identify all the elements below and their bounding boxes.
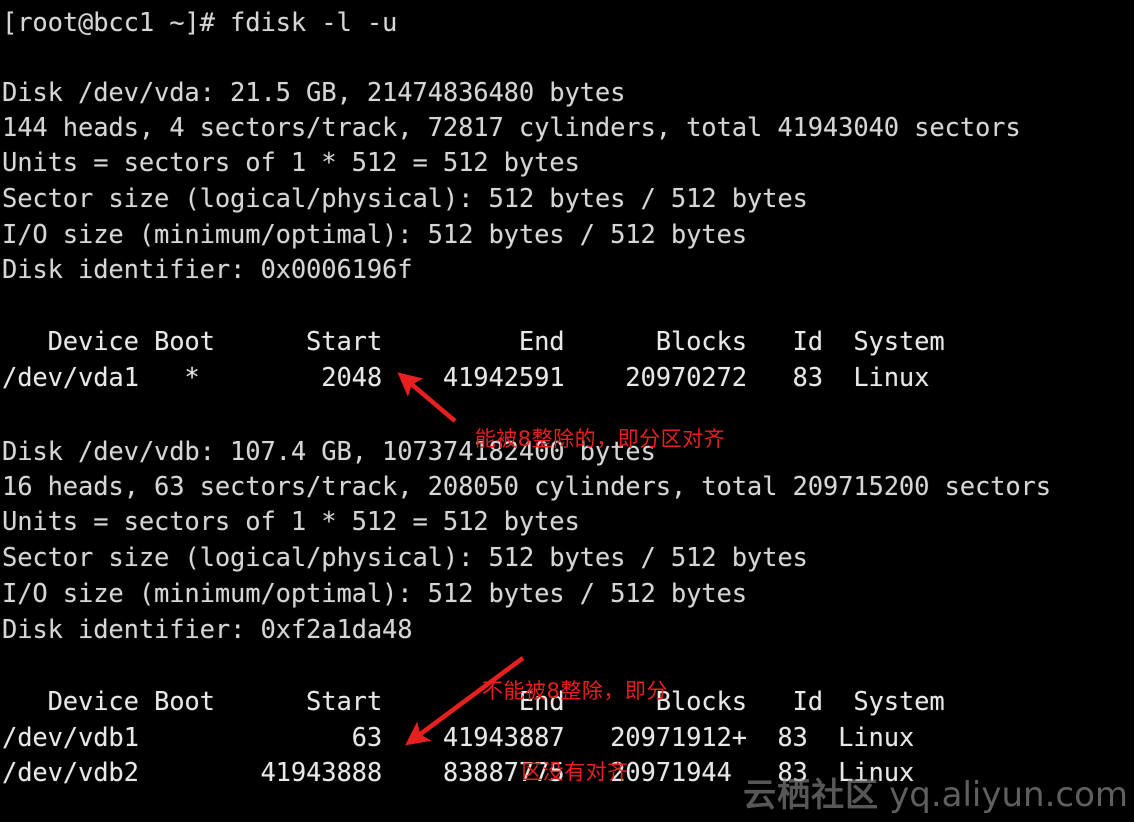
terminal-line: Sector size (logical/physical): 512 byte… (2, 181, 808, 217)
terminal-line: Units = sectors of 1 * 512 = 512 bytes (2, 145, 580, 181)
annotation-partition-aligned: 能被8整除的，即分区对齐 (446, 399, 725, 480)
annotation-partition-misaligned: 不能被8整除，即分 区没有对齐 (482, 624, 668, 822)
terminal-window: [root@bcc1 ~]# fdisk -l -u Disk /dev/vda… (0, 0, 1134, 822)
partition-table-header: Device Boot Start End Blocks Id System (2, 324, 945, 360)
terminal-line: Units = sectors of 1 * 512 = 512 bytes (2, 504, 580, 540)
partition-row: /dev/vda1 * 2048 41942591 20970272 83 Li… (2, 360, 929, 396)
watermark: 云栖社区 yq.aliyun.com (743, 768, 1128, 816)
terminal-line: I/O size (minimum/optimal): 512 bytes / … (2, 217, 747, 253)
terminal-line: I/O size (minimum/optimal): 512 bytes / … (2, 576, 747, 612)
annotation-text-line1: 不能被8整除，即分 (482, 678, 668, 705)
partition-row: /dev/vdb1 63 41943887 20971912+ 83 Linux (2, 720, 914, 756)
terminal-line: 144 heads, 4 sectors/track, 72817 cylind… (2, 110, 1021, 146)
annotation-text-line2: 区没有对齐 (482, 759, 668, 786)
terminal-line: Sector size (logical/physical): 512 byte… (2, 540, 808, 576)
terminal-line: Disk identifier: 0x0006196f (2, 252, 412, 288)
watermark-url-text: yq.aliyun.com (889, 775, 1128, 815)
terminal-line: Disk /dev/vda: 21.5 GB, 21474836480 byte… (2, 75, 625, 111)
watermark-cn-text: 云栖社区 (743, 768, 879, 816)
partition-table-header: Device Boot Start End Blocks Id System (2, 684, 945, 720)
terminal-line: Disk identifier: 0xf2a1da48 (2, 612, 412, 648)
annotation-text: 能被8整除的，即分区对齐 (475, 427, 725, 451)
terminal-line: [root@bcc1 ~]# fdisk -l -u (2, 5, 397, 41)
